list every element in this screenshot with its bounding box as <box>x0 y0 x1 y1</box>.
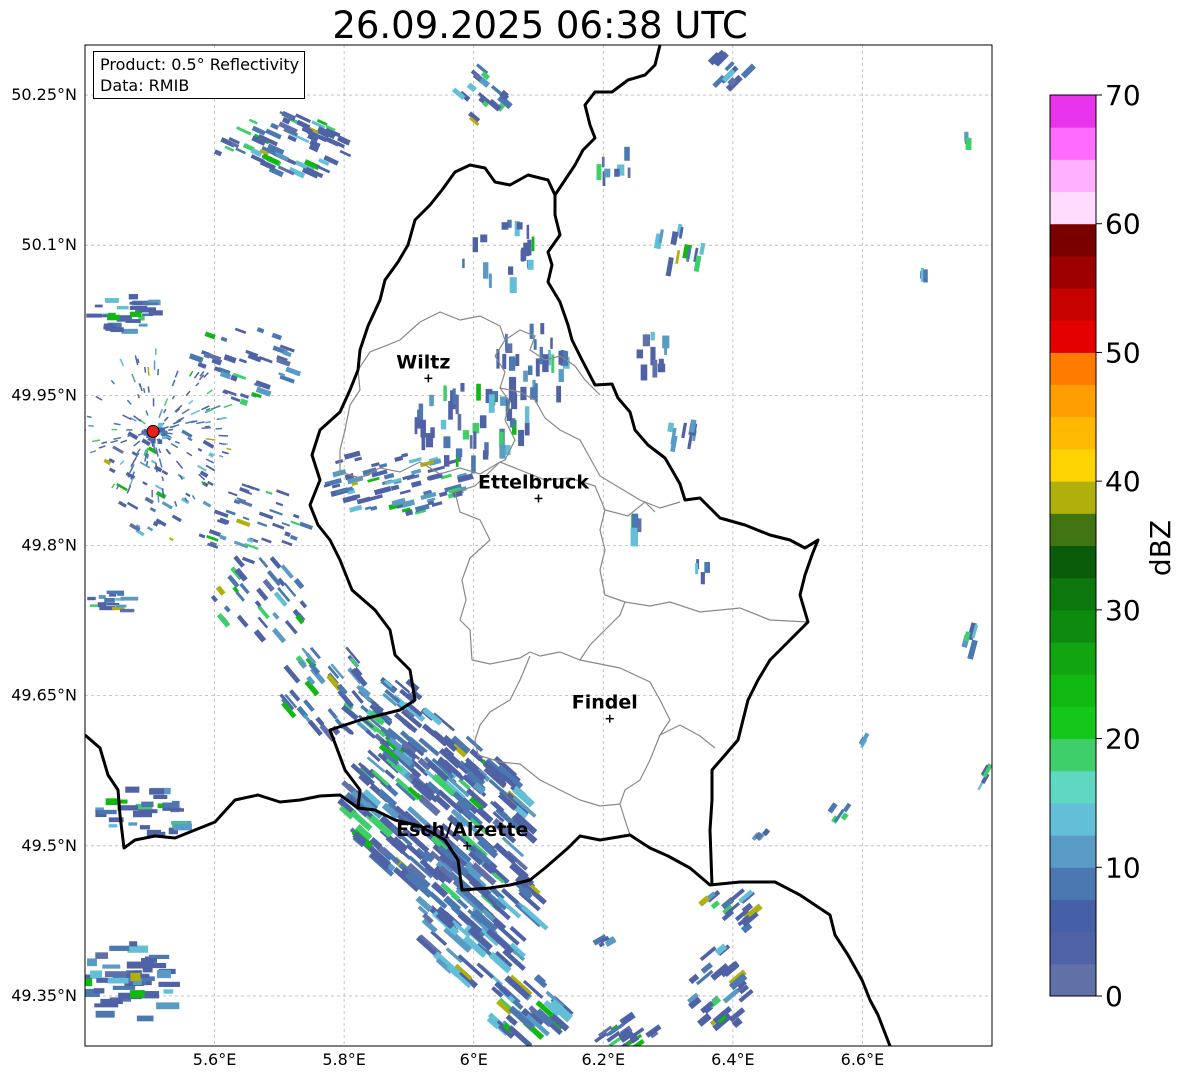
colorbar-tick-label: 70 <box>1105 79 1141 112</box>
colorbar-segment <box>1050 770 1096 804</box>
colorbar-segment <box>1050 288 1096 321</box>
colorbar-segment <box>1050 384 1096 418</box>
colorbar-segment <box>1050 802 1096 836</box>
colorbar-segment <box>1050 159 1096 193</box>
colorbar-label: dBZ <box>1144 520 1177 576</box>
colorbar-segment <box>1050 706 1096 740</box>
colorbar-segment <box>1050 931 1096 965</box>
colorbar-segment <box>1050 223 1096 257</box>
colorbar-segment <box>1050 255 1096 289</box>
colorbar-segment <box>1050 127 1096 160</box>
colorbar-segment <box>1050 320 1096 353</box>
colorbar-segment <box>1050 545 1096 579</box>
colorbar-segment <box>1050 577 1096 611</box>
colorbar-segments <box>1050 95 1096 997</box>
colorbar-segment <box>1050 609 1096 643</box>
colorbar-segment <box>1050 674 1096 707</box>
colorbar-segment <box>1050 899 1096 933</box>
colorbar-tick-label: 30 <box>1105 594 1141 627</box>
colorbar-segment <box>1050 513 1096 546</box>
colorbar-segment <box>1050 481 1096 514</box>
colorbar-segment <box>1050 416 1096 450</box>
colorbar-tick-label: 40 <box>1105 465 1141 498</box>
colorbar-tick-label: 10 <box>1105 851 1141 884</box>
colorbar-segment <box>1050 963 1096 997</box>
colorbar-segment <box>1050 95 1096 128</box>
colorbar-segment <box>1050 642 1096 675</box>
colorbar-segment <box>1050 835 1096 868</box>
colorbar-segment <box>1050 191 1096 225</box>
colorbar: 0 10 20 30 40 50 60 70 dBZ <box>1049 79 1177 1013</box>
colorbar-tick-label: 60 <box>1105 208 1141 241</box>
colorbar-tick-label: 50 <box>1105 336 1141 369</box>
colorbar-tick-label: 20 <box>1105 723 1141 756</box>
colorbar-segment <box>1050 738 1096 772</box>
colorbar-segment <box>1050 352 1096 386</box>
colorbar-segment <box>1050 867 1096 900</box>
colorbar-segment <box>1050 448 1096 482</box>
colorbar-ticks: 0 10 20 30 40 50 60 70 <box>1096 79 1141 1013</box>
colorbar-tick-label: 0 <box>1105 980 1123 1013</box>
